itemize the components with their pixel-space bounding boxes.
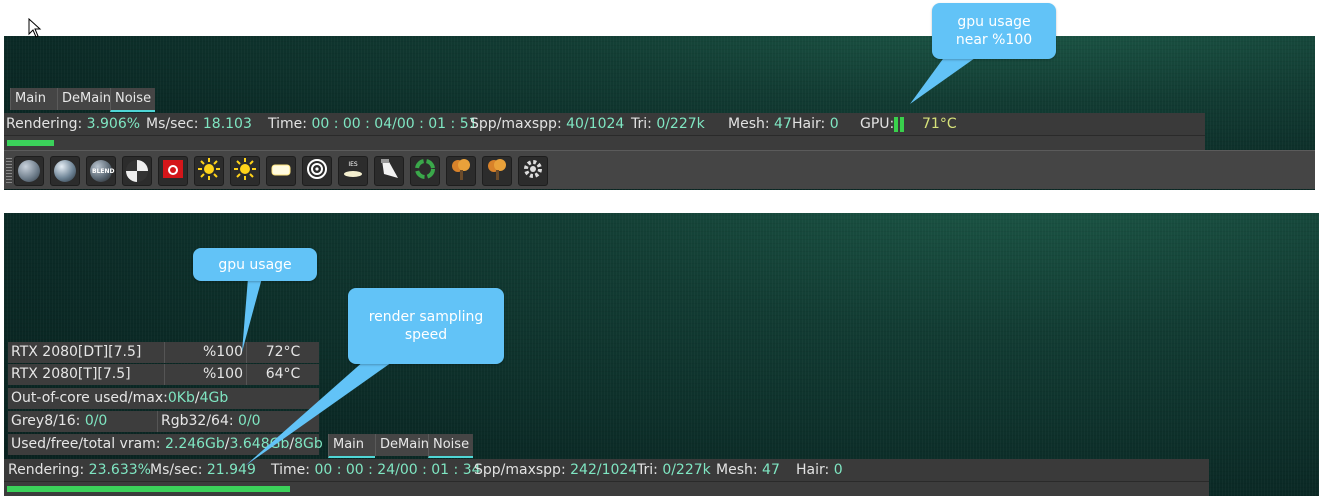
callout-pointer-gpu-usage — [242, 278, 262, 352]
callout-pointer-sampling — [245, 360, 395, 466]
callout-gpu-usage: gpu usage — [193, 248, 317, 281]
callout-render-sampling-speed: render sampling speed — [348, 288, 504, 364]
callout-pointer-gpu-near — [910, 52, 975, 104]
callout-gpu-near-100: gpu usage near %100 — [932, 3, 1056, 59]
mouse-cursor-icon — [28, 18, 42, 38]
